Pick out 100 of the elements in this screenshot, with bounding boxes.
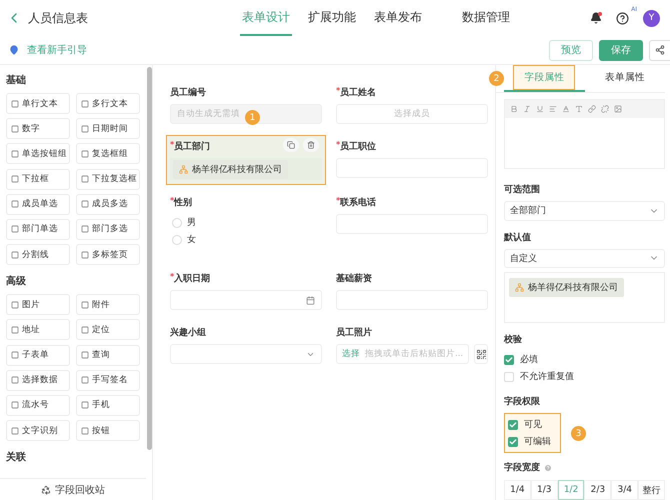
field-type-item[interactable]: 成员单选: [6, 194, 70, 215]
field-type-item[interactable]: 查询: [76, 344, 140, 366]
field-type-item[interactable]: 附件: [76, 294, 140, 316]
copy-button[interactable]: [283, 138, 299, 152]
field-type-item[interactable]: 子表单: [6, 344, 70, 366]
field-type-item[interactable]: 按钮: [76, 420, 140, 442]
property-tab[interactable]: 表单属性: [584, 65, 665, 92]
square-icon: [11, 150, 19, 158]
link-icon[interactable]: [588, 105, 596, 113]
align-icon[interactable]: [549, 105, 557, 113]
square-icon: [81, 351, 89, 359]
default-value-box[interactable]: 杨羊得亿科技有限公司: [504, 272, 665, 324]
checkbox-option[interactable]: 必填: [504, 351, 665, 368]
group-title: 关联: [6, 450, 27, 464]
field-type-item[interactable]: 下拉复选框: [76, 168, 140, 190]
square-icon: [81, 426, 89, 435]
field-type-item[interactable]: 成员多选: [76, 194, 140, 215]
field-label: *入职日期: [170, 272, 210, 285]
department-field[interactable]: 杨羊得亿科技有限公司: [170, 158, 322, 180]
field-type-item[interactable]: 数字: [6, 118, 70, 140]
width-option[interactable]: 1/4: [504, 480, 531, 500]
help-icon[interactable]: [616, 12, 629, 24]
bold-icon[interactable]: [510, 105, 518, 113]
width-option[interactable]: 1/3: [530, 480, 558, 500]
qr-code-button[interactable]: [474, 344, 488, 364]
checkbox[interactable]: [508, 420, 518, 430]
share-button[interactable]: [649, 40, 670, 60]
field-label: 员工编号: [170, 86, 206, 99]
unlink-icon[interactable]: [601, 105, 609, 113]
field-label: *性别: [170, 196, 192, 209]
field-type-item[interactable]: 手写签名: [76, 370, 140, 391]
square-icon: [11, 426, 19, 435]
org-chart-icon: [515, 283, 524, 292]
radio-option[interactable]: 男: [170, 214, 322, 231]
field-type-item[interactable]: 选择数据: [6, 370, 70, 391]
section-title: 默认值: [504, 232, 532, 244]
nav-tab[interactable]: 表单发布: [372, 0, 424, 36]
field-type-item[interactable]: 手机: [76, 394, 140, 416]
field-type-item[interactable]: 单选按钮组: [6, 143, 70, 164]
field-type-item[interactable]: 多标签页: [76, 244, 140, 266]
width-option[interactable]: 3/4: [611, 480, 638, 500]
field-type-item[interactable]: 下拉框: [6, 168, 70, 190]
calendar-icon: [306, 296, 315, 304]
delete-button[interactable]: [303, 138, 319, 152]
checkbox-option[interactable]: 可编辑: [508, 433, 557, 450]
square-icon: [81, 175, 89, 184]
department-tag: 杨羊得亿科技有限公司: [509, 278, 624, 298]
select-field[interactable]: [170, 344, 322, 364]
square-icon: [11, 351, 19, 359]
image-icon[interactable]: [614, 105, 622, 113]
default-select[interactable]: 自定义: [504, 248, 665, 268]
underline-icon[interactable]: [536, 105, 544, 113]
field-type-item[interactable]: 图片: [6, 294, 70, 316]
square-icon: [81, 300, 89, 309]
step-marker: 2: [489, 71, 504, 86]
section-title: 字段宽度: [504, 461, 665, 474]
selected-field-card[interactable]: *员工部门 杨羊得亿科技有限公司: [166, 135, 326, 185]
field-label: *联系电话: [336, 196, 376, 209]
field-type-item[interactable]: 定位: [76, 319, 140, 340]
field-type-item[interactable]: 单行文本: [6, 93, 70, 114]
group-title: 基础: [6, 74, 27, 87]
field-type-item[interactable]: 部门多选: [76, 218, 140, 240]
field-label: 基础薪资: [336, 272, 372, 285]
field-type-item[interactable]: 部门单选: [6, 218, 70, 240]
width-option[interactable]: 2/3: [584, 480, 612, 500]
nav-tab[interactable]: 扩展功能: [306, 0, 358, 36]
scrollbar[interactable]: [147, 67, 152, 450]
field-type-item[interactable]: 复选框组: [76, 143, 140, 164]
italic-icon[interactable]: [523, 105, 531, 113]
radio-option[interactable]: 女: [170, 231, 322, 248]
square-icon: [81, 100, 89, 108]
notification-bell-icon[interactable]: [590, 12, 602, 24]
field-type-item[interactable]: 多行文本: [76, 93, 140, 114]
field-type-item[interactable]: 文字识别: [6, 420, 70, 442]
field-type-item[interactable]: 日期时间: [76, 118, 140, 140]
range-select[interactable]: 全部部门: [504, 200, 665, 221]
field-type-item[interactable]: 分割线: [6, 244, 70, 266]
square-icon: [11, 300, 19, 309]
square-icon: [81, 200, 89, 208]
field-label: *员工姓名: [336, 86, 376, 99]
field-type-item[interactable]: 流水号: [6, 394, 70, 416]
checkbox-option[interactable]: 不允许重复值: [504, 368, 665, 386]
checkbox[interactable]: [504, 354, 514, 365]
square-icon: [11, 175, 19, 184]
square-icon: [81, 250, 89, 259]
checkbox-option[interactable]: 可见: [508, 416, 557, 434]
font-size-icon[interactable]: [575, 105, 583, 113]
square-icon: [11, 100, 19, 108]
square-icon: [11, 124, 19, 133]
nav-tab[interactable]: 数据管理: [460, 0, 512, 36]
date-field[interactable]: [170, 290, 322, 310]
checkbox[interactable]: [508, 436, 518, 447]
field-type-item[interactable]: 地址: [6, 319, 70, 340]
user-avatar[interactable]: Y: [643, 10, 660, 26]
font-color-icon[interactable]: [562, 105, 570, 113]
radio-circle[interactable]: [172, 218, 182, 228]
field-label: 兴趣小组: [170, 326, 206, 339]
radio-circle[interactable]: [172, 234, 182, 244]
square-icon: [11, 376, 19, 384]
width-option[interactable]: 整行: [638, 480, 665, 500]
